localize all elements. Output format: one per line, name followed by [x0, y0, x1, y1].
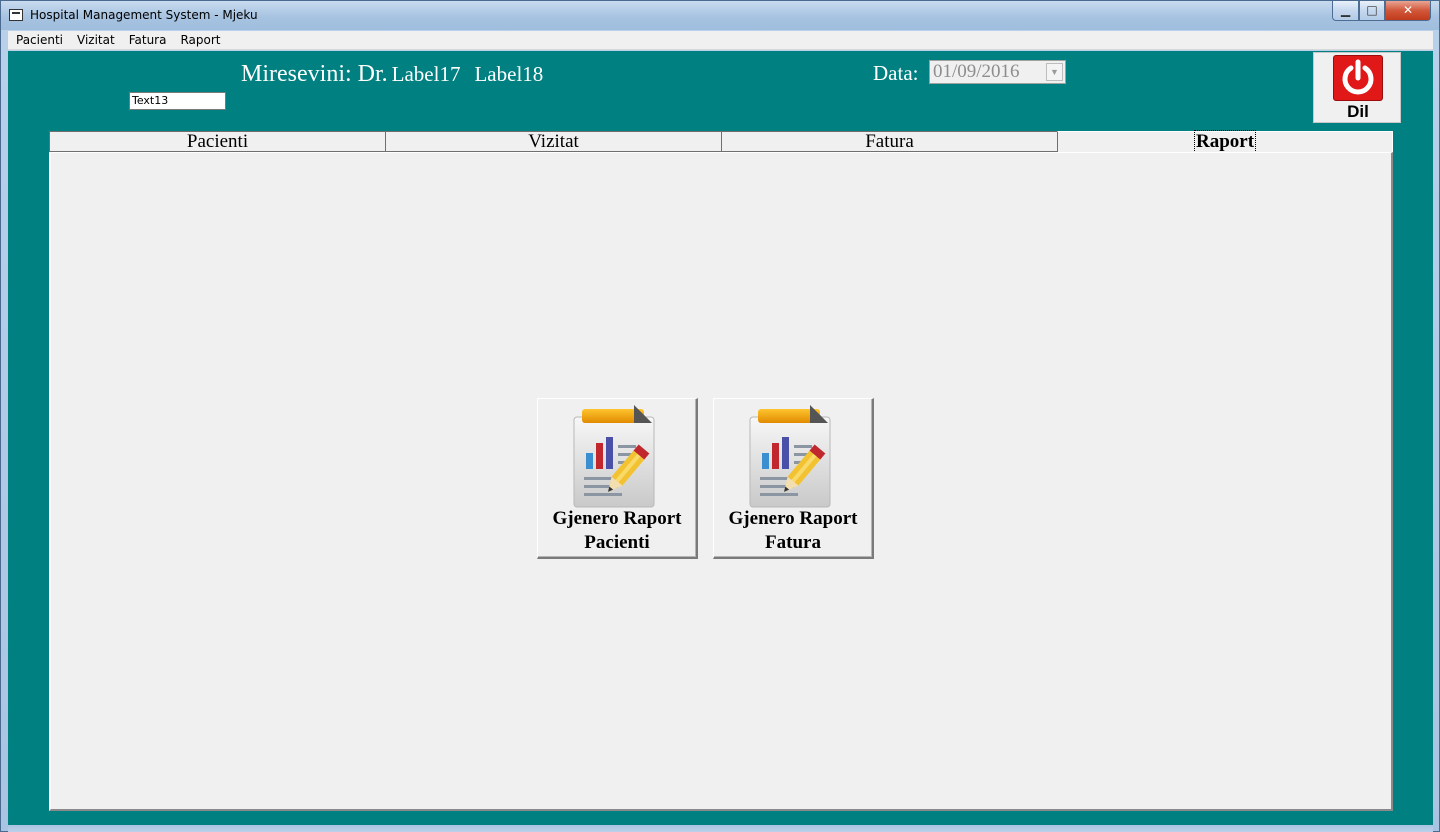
- tab-label: Vizitat: [528, 131, 579, 152]
- tab-label: Fatura: [865, 131, 914, 152]
- tab-pacienti[interactable]: Pacienti: [49, 131, 386, 152]
- raport-tab-panel: Gjenero Raport Pacienti Gjenero Raport F…: [49, 152, 1393, 811]
- app-window: Hospital Management System - Mjeku ▁ □ ✕…: [0, 0, 1440, 832]
- window-title: Hospital Management System - Mjeku: [30, 8, 258, 22]
- generate-invoice-report-button[interactable]: Gjenero Raport Fatura: [713, 398, 874, 559]
- menu-pacienti[interactable]: Pacienti: [9, 31, 70, 50]
- generate-patient-report-button[interactable]: Gjenero Raport Pacienti: [537, 398, 698, 559]
- welcome-heading: Miresevini: Dr. Label17 Label18: [241, 61, 543, 88]
- button-line-1: Gjenero Raport: [552, 508, 682, 529]
- window-bottom-border: [8, 825, 1433, 832]
- chevron-down-icon[interactable]: ▼: [1046, 63, 1063, 81]
- tab-fatura[interactable]: Fatura: [721, 131, 1058, 152]
- tab-vizitat[interactable]: Vizitat: [385, 131, 722, 152]
- tab-strip: Pacienti Vizitat Fatura Raport: [49, 130, 1393, 153]
- exit-label: Dil: [1347, 102, 1369, 121]
- minimize-button[interactable]: ▁: [1332, 1, 1359, 21]
- power-icon: [1333, 55, 1383, 101]
- date-picker[interactable]: 01/09/2016 ▼: [929, 60, 1066, 84]
- tab-raport[interactable]: Raport: [1057, 130, 1393, 153]
- menu-bar: Pacienti Vizitat Fatura Raport: [8, 31, 1433, 50]
- date-label: Data:: [873, 61, 919, 85]
- tab-label: Raport: [1193, 130, 1257, 153]
- date-value: 01/09/2016: [933, 61, 1020, 82]
- menu-raport[interactable]: Raport: [173, 31, 227, 50]
- window-controls: ▁ □ ✕: [1332, 1, 1431, 21]
- doctor-name-label: Label17: [391, 62, 461, 86]
- button-line-2: Fatura: [765, 532, 821, 553]
- title-bar[interactable]: Hospital Management System - Mjeku ▁ □ ✕: [1, 1, 1439, 30]
- doctor-surname-label: Label18: [474, 62, 544, 86]
- welcome-prefix: Miresevini: Dr.: [241, 61, 388, 87]
- tab-label: Pacienti: [186, 131, 249, 152]
- app-window-icon[interactable]: [9, 9, 23, 21]
- maximize-button[interactable]: □: [1359, 1, 1385, 21]
- report-chart-pencil-icon: [572, 405, 664, 514]
- close-button[interactable]: ✕: [1385, 1, 1431, 21]
- menu-fatura[interactable]: Fatura: [122, 31, 174, 50]
- generate-invoice-report-label: Gjenero Raport Fatura: [714, 507, 872, 555]
- report-chart-pencil-icon: [748, 405, 840, 514]
- main-form: Miresevini: Dr. Label17 Label18 Text13 Da…: [8, 51, 1433, 825]
- generate-patient-report-label: Gjenero Raport Pacienti: [538, 507, 696, 555]
- text13-field[interactable]: Text13: [129, 92, 226, 110]
- button-line-1: Gjenero Raport: [728, 508, 858, 529]
- exit-button[interactable]: Dil: [1313, 52, 1401, 123]
- menu-vizitat[interactable]: Vizitat: [70, 31, 122, 50]
- button-line-2: Pacienti: [584, 532, 650, 553]
